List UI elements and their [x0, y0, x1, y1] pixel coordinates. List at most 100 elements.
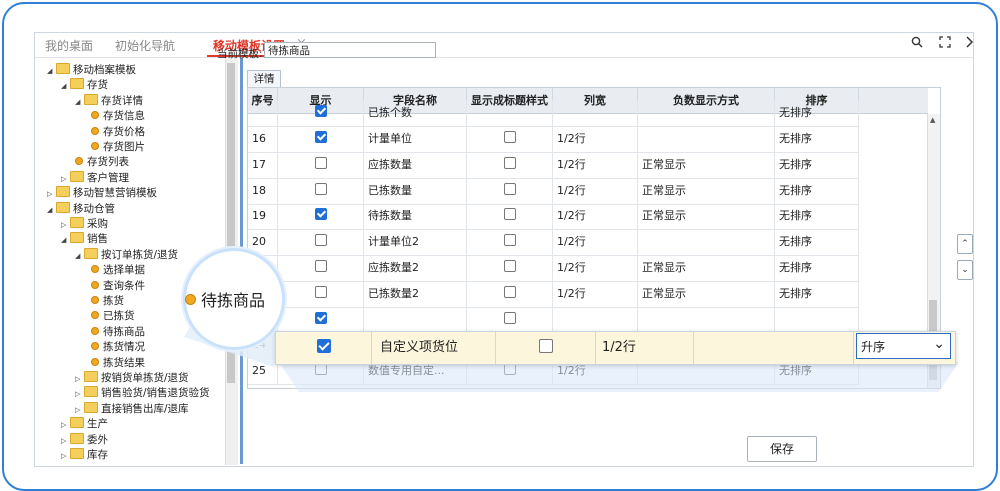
- move-down-button[interactable]: ⌄: [957, 260, 973, 280]
- expand-icon[interactable]: ▷: [61, 172, 70, 187]
- folder-icon: [70, 448, 84, 459]
- title-style-checkbox[interactable]: [503, 156, 516, 169]
- collapse-icon[interactable]: ◢: [61, 233, 70, 248]
- expand-icon[interactable]: ▷: [61, 418, 70, 433]
- leaf-dot-icon: [91, 311, 99, 320]
- collapse-icon[interactable]: ◢: [75, 249, 84, 264]
- tab-detail[interactable]: 详情: [247, 70, 281, 87]
- tab-init-nav[interactable]: 初始化导航: [115, 37, 175, 54]
- tree-node[interactable]: 存货价格: [91, 125, 145, 140]
- tree-node-label: 拣货结果: [103, 356, 145, 369]
- tree-node[interactable]: ◢ 销售: [61, 232, 108, 247]
- cell-col-width: 1/2行: [553, 151, 638, 178]
- move-up-button[interactable]: ⌃: [957, 234, 973, 254]
- tree-node[interactable]: ▷ 移动智慧营销模板: [47, 186, 157, 201]
- title-style-checkbox[interactable]: [503, 182, 516, 195]
- show-checkbox[interactable]: [314, 105, 327, 117]
- scroll-up-icon[interactable]: ▲: [930, 116, 935, 124]
- cell-sort: 无排序: [775, 229, 859, 256]
- title-style-checkbox[interactable]: [503, 208, 516, 221]
- table-row[interactable]: 22已拣数量21/2行正常显示无排序: [248, 280, 859, 308]
- save-button[interactable]: 保存: [747, 436, 817, 462]
- tree-node[interactable]: 拣货情况: [91, 340, 145, 355]
- show-checkbox[interactable]: [314, 260, 327, 272]
- tree-node[interactable]: 存货图片: [91, 140, 145, 155]
- show-checkbox[interactable]: [314, 156, 327, 169]
- fullscreen-icon[interactable]: [939, 36, 951, 52]
- table-row[interactable]: 已拣个数 无排序: [248, 100, 859, 127]
- table-row[interactable]: 23: [248, 306, 859, 334]
- zoom-sort-select[interactable]: 升序 ⌄: [856, 333, 951, 359]
- tree-node[interactable]: 存货信息: [91, 109, 145, 124]
- tree-node[interactable]: 已拣货: [91, 309, 135, 324]
- zoom-title-style-checkbox[interactable]: [538, 339, 553, 353]
- tree-node[interactable]: ▷ 库存: [61, 448, 108, 463]
- tree-node[interactable]: ▷ 销售验货/销售退货验货: [75, 386, 210, 401]
- current-template-label: 当前模板:: [217, 48, 263, 60]
- tree-node[interactable]: ◢ 存货: [61, 78, 108, 93]
- expand-icon[interactable]: ▷: [75, 403, 84, 418]
- tree-node-label: 拣货: [103, 295, 124, 307]
- table-row[interactable]: 19 待拣数量 1/2行 正常显示 无排序: [248, 203, 859, 231]
- table-row[interactable]: 17 应拣数量 1/2行 正常显示 无排序: [248, 151, 859, 179]
- folder-icon: [70, 432, 84, 444]
- tree-node[interactable]: ▷ 生产: [61, 417, 108, 432]
- collapse-icon[interactable]: ◢: [47, 203, 56, 218]
- cell-sort: [775, 306, 859, 333]
- folder-icon: [56, 186, 70, 198]
- folder-icon: [84, 386, 98, 398]
- expand-icon[interactable]: ▷: [61, 449, 70, 464]
- tree-node[interactable]: 存货列表: [75, 155, 129, 170]
- zoom-field-name: 自定义项货位: [372, 332, 496, 364]
- tree-node[interactable]: ◢ 移动档案模板: [47, 63, 136, 78]
- tree-node[interactable]: ▷ 采购: [61, 217, 108, 232]
- expand-icon[interactable]: ▷: [61, 218, 70, 233]
- zoom-col-width: 1/2行: [596, 332, 694, 364]
- table-row[interactable]: 20 计量单位2 1/2行 无排序: [248, 229, 859, 257]
- table-row[interactable]: 16 计量单位 1/2行 无排序: [248, 126, 859, 153]
- expand-icon[interactable]: ▷: [61, 434, 70, 449]
- tree-node[interactable]: ◢ 存货详情: [75, 93, 143, 110]
- tab-desktop[interactable]: 我的桌面: [45, 37, 93, 54]
- tree-node[interactable]: 拣货结果: [91, 356, 145, 371]
- collapse-icon[interactable]: ◢: [61, 79, 70, 94]
- title-style-checkbox[interactable]: [503, 234, 516, 247]
- tree-node[interactable]: ▷ 委外: [61, 432, 108, 449]
- cell-no: [248, 100, 278, 126]
- title-style-checkbox[interactable]: [503, 285, 516, 298]
- chevron-down-icon: ⌄: [933, 336, 945, 352]
- expand-icon[interactable]: ▷: [75, 387, 84, 402]
- expand-icon[interactable]: ▷: [75, 372, 84, 387]
- search-icon[interactable]: [911, 36, 923, 52]
- expand-icon[interactable]: ▷: [47, 187, 56, 202]
- tree-node[interactable]: 选择单据: [91, 263, 145, 278]
- collapse-icon[interactable]: ◢: [75, 95, 84, 110]
- tree-node[interactable]: 待拣商品: [91, 325, 145, 340]
- tree-node[interactable]: ◢ 移动仓管: [47, 201, 115, 218]
- title-style-checkbox[interactable]: [503, 131, 516, 143]
- current-template-field[interactable]: 待拣商品: [264, 42, 436, 58]
- chevron-right-icon[interactable]: [965, 36, 974, 52]
- show-checkbox[interactable]: [314, 208, 327, 221]
- show-checkbox[interactable]: [314, 285, 327, 298]
- cell-field-name: [364, 306, 467, 333]
- tree-node[interactable]: 查询条件: [91, 279, 145, 294]
- show-checkbox[interactable]: [314, 234, 327, 247]
- table-row[interactable]: 21应拣数量21/2行正常显示无排序: [248, 255, 859, 282]
- table-row[interactable]: 18 已拣数量 1/2行 正常显示 无排序: [248, 177, 859, 205]
- tree-node[interactable]: ▷ 按销货单拣货/退货: [75, 371, 189, 386]
- show-checkbox[interactable]: [314, 311, 327, 324]
- cell-no: 17: [248, 151, 278, 178]
- show-checkbox[interactable]: [314, 131, 327, 143]
- title-style-checkbox[interactable]: [503, 311, 516, 324]
- tree-node[interactable]: ▷ 客户管理: [61, 170, 129, 187]
- tree-node[interactable]: ▷ 直接销售出库/退库: [75, 401, 189, 418]
- collapse-icon[interactable]: ◢: [47, 64, 56, 79]
- cell-col-width: [553, 100, 638, 126]
- zoom-show-checkbox[interactable]: [316, 339, 331, 353]
- tree-node-label: 客户管理: [87, 171, 129, 184]
- show-checkbox[interactable]: [314, 182, 327, 195]
- tree-node-label: 存货: [87, 79, 108, 92]
- title-style-checkbox[interactable]: [503, 260, 516, 272]
- tree-node[interactable]: 拣货: [91, 294, 124, 309]
